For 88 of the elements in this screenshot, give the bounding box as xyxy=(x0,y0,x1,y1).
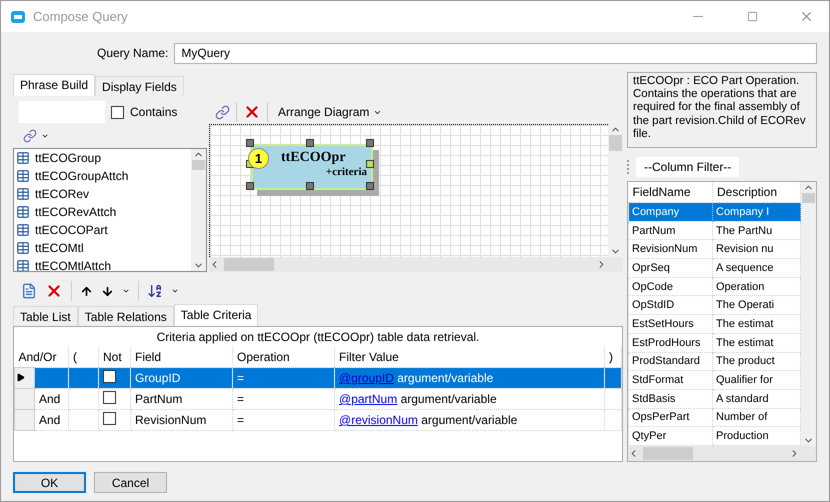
table-cell[interactable]: OpCode xyxy=(628,277,712,296)
app-icon xyxy=(11,10,25,22)
scrollbar-thumb[interactable] xyxy=(224,258,274,271)
window-title: Compose Query xyxy=(33,9,129,24)
scrollbar-thumb[interactable] xyxy=(802,193,815,203)
resize-handle[interactable] xyxy=(366,182,374,190)
table-cell[interactable]: Company xyxy=(628,202,712,222)
arrange-diagram-button[interactable]: Arrange Diagram xyxy=(274,101,386,123)
list-item[interactable]: ttECORev xyxy=(14,185,191,203)
query-name-field[interactable]: MyQuery xyxy=(174,42,817,64)
table-cell: And xyxy=(34,410,69,430)
sort-icon[interactable] xyxy=(147,283,163,299)
table-cell: = xyxy=(232,368,335,388)
list-item[interactable]: ttECOMtlAttch xyxy=(14,257,191,271)
resize-handle[interactable] xyxy=(306,182,314,190)
table-icon xyxy=(16,259,30,271)
table-icon xyxy=(16,205,30,219)
grid-caption: Criteria applied on ttECOOpr (ttECOOpr) table data retrieval. xyxy=(156,329,480,346)
table-icon xyxy=(16,223,30,237)
tab[interactable]: Phrase Build xyxy=(13,74,96,96)
tab[interactable]: Table Criteria xyxy=(174,304,258,326)
maximize-icon xyxy=(746,11,758,22)
table-cell[interactable]: OpsPerPart xyxy=(628,408,712,427)
table-icon xyxy=(16,151,30,165)
caret-icon xyxy=(41,132,49,140)
tab[interactable]: Display Fields xyxy=(95,76,184,96)
table-cell[interactable]: OpStdID xyxy=(628,296,712,315)
list-item[interactable]: ttECOGroupAttch xyxy=(14,167,191,185)
table-icon xyxy=(16,241,30,255)
row-pointer-icon xyxy=(16,373,25,382)
table-cell[interactable]: StdFormat xyxy=(628,370,712,390)
up-arrow-icon[interactable] xyxy=(80,284,93,298)
table-cell[interactable]: StdBasis xyxy=(628,389,712,408)
table-cell: RevisionNum xyxy=(130,410,233,430)
table-cell: And xyxy=(34,388,69,410)
chain-link-icon xyxy=(23,129,37,143)
checkbox[interactable] xyxy=(103,391,116,404)
tab[interactable]: Table Relations xyxy=(78,306,174,326)
list-item[interactable]: ttECOCOPart xyxy=(14,221,191,239)
link[interactable]: @revisionNum xyxy=(339,413,418,427)
scrollbar-thumb[interactable] xyxy=(192,160,205,170)
list-item[interactable]: ttECOGroup xyxy=(14,149,191,167)
table-cell: = xyxy=(232,388,335,410)
new-icon[interactable] xyxy=(21,283,37,299)
link[interactable]: @partNum xyxy=(339,392,398,406)
row-header xyxy=(14,410,34,430)
checkbox[interactable] xyxy=(103,370,116,383)
down-arrow-icon[interactable] xyxy=(101,284,114,298)
grip-icon xyxy=(627,160,630,174)
dialog-button[interactable]: OK xyxy=(13,472,86,493)
checkbox[interactable] xyxy=(111,106,124,118)
description-box: ttECOOpr : ECO Part Operation. Contains the operations that are required for the final assembly of the part revision.Child of ECORev file. xyxy=(627,72,817,148)
field-label: Query Name: xyxy=(97,46,168,60)
table-cell: argument/variable xyxy=(400,392,497,406)
scrollbar-thumb[interactable] xyxy=(643,447,693,460)
tab[interactable]: Table List xyxy=(13,306,78,326)
table-cell: PartNum xyxy=(130,388,233,410)
node-subtitle: +criteria xyxy=(326,166,367,178)
dialog-button[interactable]: Cancel xyxy=(94,472,167,493)
resize-handle[interactable] xyxy=(306,139,314,147)
resize-handle[interactable] xyxy=(366,160,374,168)
table-cell[interactable]: ProdStandard xyxy=(628,352,712,371)
table-icon xyxy=(16,187,30,201)
resize-handle[interactable] xyxy=(246,182,254,190)
list-item[interactable]: ttECOMtl xyxy=(14,239,191,257)
node-title: ttECOOpr xyxy=(281,150,346,166)
resize-handle[interactable] xyxy=(246,139,254,147)
table-cell: GroupID xyxy=(130,368,233,388)
checkbox[interactable] xyxy=(103,412,116,425)
table-cell: = xyxy=(232,410,335,430)
list-item[interactable]: ttECORevAttch xyxy=(14,203,191,221)
scrollbar-thumb[interactable] xyxy=(609,135,622,151)
table-cell[interactable]: OprSeq xyxy=(628,258,712,278)
dropdown-icon[interactable] xyxy=(171,287,179,295)
dropdown-icon[interactable] xyxy=(122,287,130,295)
table-cell[interactable]: EstProdHours xyxy=(628,333,712,352)
table-cell[interactable]: RevisionNum xyxy=(628,240,712,259)
resize-handle[interactable] xyxy=(366,139,374,147)
table-cell: Company I xyxy=(712,202,800,222)
checkbox-label: Contains xyxy=(130,105,178,119)
table-icon xyxy=(16,169,30,183)
chain-link-icon[interactable] xyxy=(215,104,230,120)
table-cell: argument/variable xyxy=(397,371,494,385)
minimize-icon xyxy=(693,16,703,17)
table-cell[interactable]: PartNum xyxy=(628,221,712,240)
table-cell[interactable]: EstSetHours xyxy=(628,314,712,334)
table-cell: argument/variable xyxy=(421,413,518,427)
column-filter-field[interactable]: --Column Filter-- xyxy=(636,157,740,177)
